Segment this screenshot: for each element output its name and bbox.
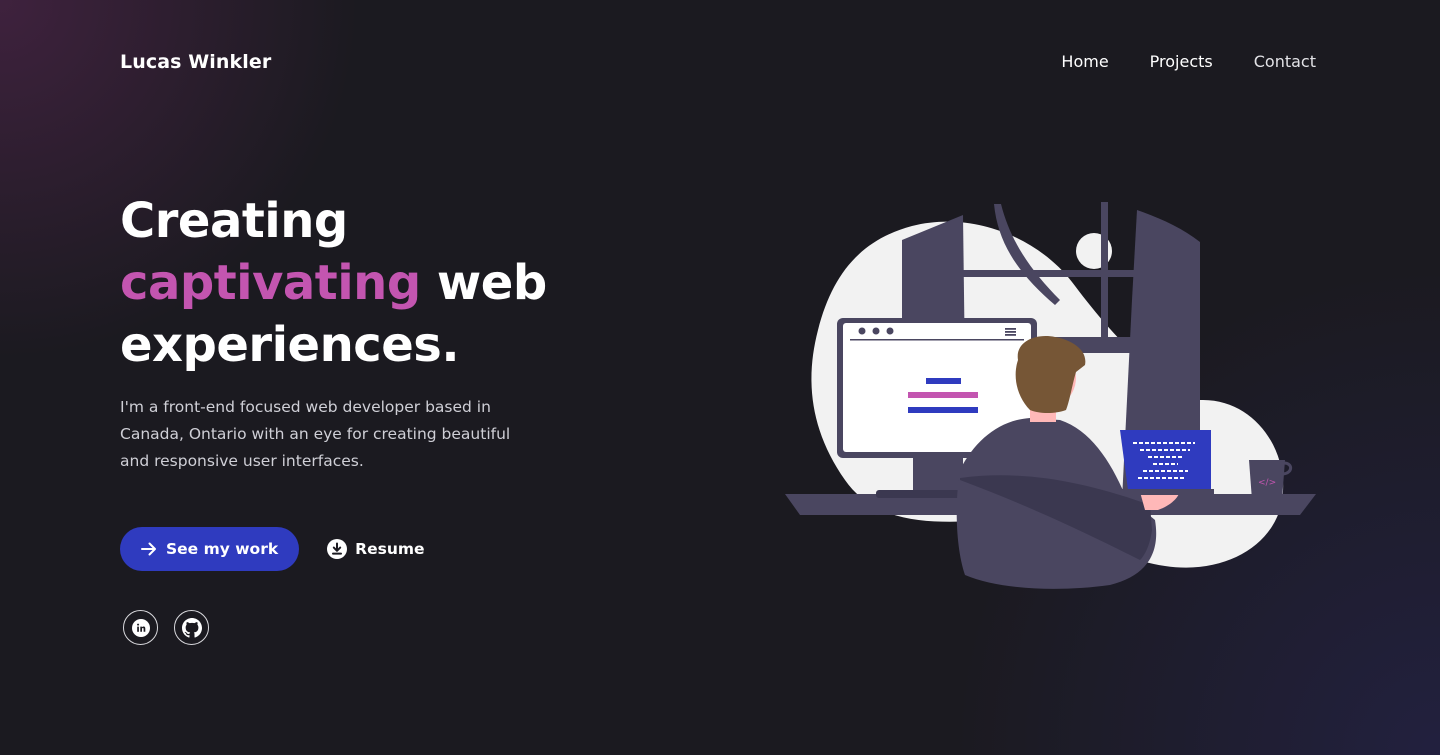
social-links (123, 610, 209, 645)
hero-title-line2-rest: web (420, 255, 547, 311)
illustration-window-bar-v (1101, 202, 1108, 337)
illustration-dot (886, 327, 894, 335)
illustration-window-bar-h (963, 270, 1138, 277)
illustration-laptop (1120, 430, 1211, 490)
illustration-screen-divider (850, 339, 1024, 341)
illustration-dot (872, 327, 880, 335)
nav-home-link[interactable]: Home (1061, 52, 1108, 72)
see-my-work-button[interactable]: See my work (120, 527, 300, 571)
illustration-menu-line (1005, 331, 1016, 333)
developer-illustration: </> (785, 202, 1316, 589)
linkedin-icon (131, 618, 150, 637)
illustration-mug-code-glyph: </> (1258, 478, 1276, 488)
illustration-dot (858, 327, 866, 335)
download-icon (327, 539, 348, 559)
illustration-menu-line (1005, 328, 1016, 330)
illustration-monitor-stand (913, 452, 963, 494)
illustration-screen-line (926, 378, 961, 384)
hero-title-line3: experiences. (120, 317, 460, 373)
hero-description: I'm a front-end focused web developer ba… (120, 398, 511, 470)
illustration-screen-line (908, 392, 978, 398)
main-nav: Home Projects Contact (1061, 52, 1316, 72)
hero-title: Creating captivating web experiences. (120, 190, 580, 376)
nav-projects-link[interactable]: Projects (1150, 52, 1213, 72)
hero-title-line1: Creating (120, 193, 348, 249)
brand-logo[interactable]: Lucas Winkler (120, 50, 271, 74)
cta-row: See my work Resume (120, 527, 425, 571)
see-my-work-label: See my work (166, 540, 279, 558)
linkedin-link[interactable] (123, 610, 158, 645)
illustration-screen-line (908, 407, 978, 413)
hero-title-accent: captivating (120, 255, 421, 311)
illustration-menu-line (1005, 334, 1016, 336)
arrow-right-icon (141, 542, 156, 556)
nav-contact-link[interactable]: Contact (1254, 52, 1316, 72)
github-link[interactable] (174, 610, 209, 645)
illustration-laptop-base (1120, 489, 1214, 495)
github-icon (181, 617, 202, 638)
resume-button[interactable]: Resume (327, 539, 425, 559)
resume-label: Resume (355, 540, 425, 558)
